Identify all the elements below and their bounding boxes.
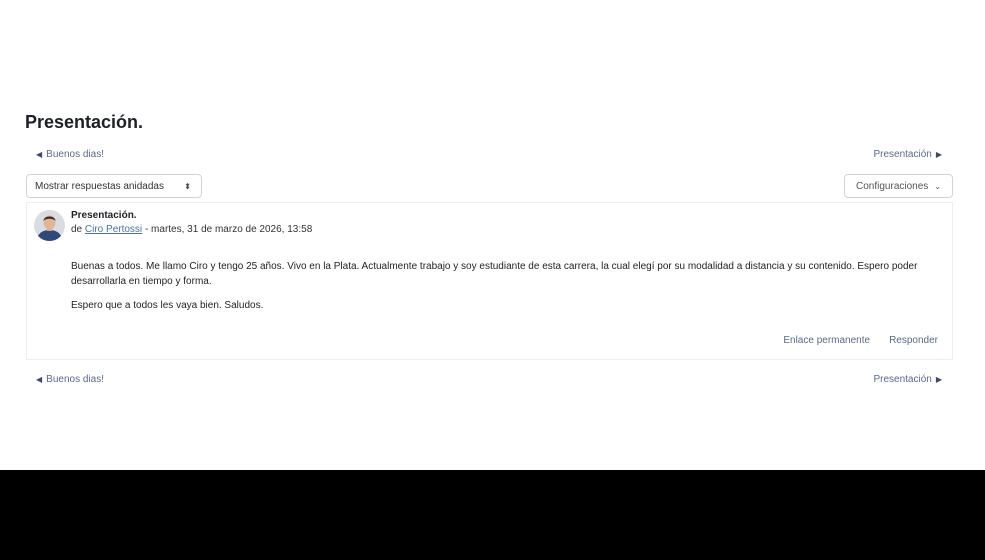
next-discussion-link-bottom[interactable]: Presentación ▶ — [873, 374, 942, 385]
triangle-left-icon: ◀ — [36, 375, 43, 384]
page: Presentación. ◀ Buenos dias! Presentació… — [0, 0, 985, 470]
author-link[interactable]: Ciro Pertossi — [85, 224, 142, 235]
prev-discussion-label: Buenos dias! — [46, 149, 104, 160]
next-discussion-link[interactable]: Presentación ▶ — [873, 149, 942, 160]
black-bar — [0, 470, 985, 560]
prev-discussion-label: Buenos dias! — [46, 374, 104, 385]
prev-discussion-link[interactable]: ◀ Buenos dias! — [36, 149, 104, 160]
post-actions: Enlace permanente Responder — [783, 335, 938, 346]
post-date: - martes, 31 de marzo de 2026, 13:58 — [144, 224, 313, 235]
avatar[interactable] — [34, 210, 65, 241]
reply-link[interactable]: Responder — [889, 335, 938, 346]
display-mode-value: Mostrar respuestas anidadas — [35, 180, 164, 192]
post-subject: Presentación. — [71, 210, 137, 221]
display-mode-select[interactable]: Mostrar respuestas anidadas ⬍ — [26, 174, 202, 198]
page-title: Presentación. — [25, 112, 144, 132]
triangle-right-icon: ▶ — [935, 375, 942, 384]
triangle-left-icon: ◀ — [36, 150, 43, 159]
sort-arrows-icon: ⬍ — [184, 181, 191, 191]
settings-dropdown-button[interactable]: Configuraciones ⌄ — [844, 174, 953, 198]
post-body: Buenas a todos. Me llamo Ciro y tengo 25… — [71, 259, 941, 322]
byline-prefix: de — [71, 224, 83, 235]
forum-post: Presentación. de Ciro Pertossi - martes,… — [26, 202, 953, 360]
next-discussion-label: Presentación — [873, 149, 932, 160]
chevron-down-icon: ⌄ — [934, 181, 941, 191]
next-discussion-label: Presentación — [873, 374, 932, 385]
triangle-right-icon: ▶ — [935, 150, 942, 159]
post-byline: de Ciro Pertossi - martes, 31 de marzo d… — [71, 224, 312, 235]
permalink-link[interactable]: Enlace permanente — [783, 335, 870, 346]
post-paragraph: Buenas a todos. Me llamo Ciro y tengo 25… — [71, 261, 918, 287]
post-paragraph: Espero que a todos les vaya bien. Saludo… — [71, 300, 264, 311]
settings-label: Configuraciones — [856, 180, 929, 192]
prev-discussion-link-bottom[interactable]: ◀ Buenos dias! — [36, 374, 104, 385]
